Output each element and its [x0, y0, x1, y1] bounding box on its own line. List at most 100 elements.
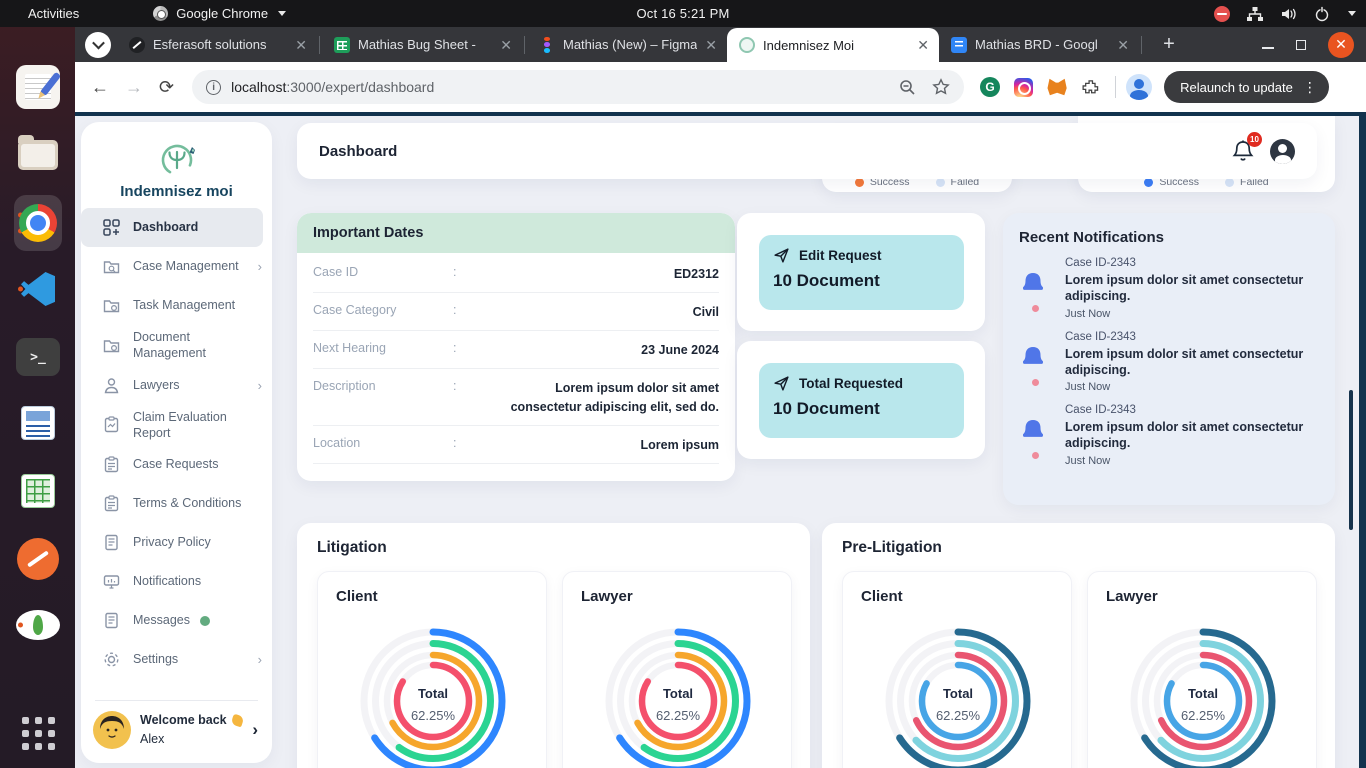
ubuntu-dock: >_	[0, 27, 75, 768]
user-profile-button[interactable]	[1270, 139, 1295, 164]
power-icon[interactable]	[1314, 6, 1330, 22]
address-bar[interactable]: i localhost:3000/expert/dashboard	[192, 70, 964, 104]
document-management-icon	[103, 337, 120, 354]
tab-close-icon[interactable]: ✕	[917, 38, 929, 52]
grammarly-extension-icon[interactable]: G	[980, 77, 1000, 97]
esferasoft-favicon	[129, 37, 145, 53]
total-requested-card[interactable]: Total Requested 10 Document	[737, 341, 985, 459]
dock-postman-icon[interactable]	[14, 535, 62, 583]
tab-close-icon[interactable]: ✕	[295, 38, 307, 52]
sidebar-item-task-management[interactable]: Task Management	[81, 286, 272, 325]
user-avatar	[93, 711, 131, 749]
metamask-extension-icon[interactable]	[1047, 78, 1067, 96]
sidebar-item-terms-conditions[interactable]: Terms & Conditions	[81, 484, 272, 523]
reload-button[interactable]: ⟳	[159, 77, 174, 98]
window-maximize-button[interactable]	[1296, 40, 1306, 50]
sidebar-item-case-requests[interactable]: Case Requests	[81, 445, 272, 484]
clock[interactable]: Oct 16 5:21 PM	[636, 6, 729, 21]
site-info-icon[interactable]: i	[206, 80, 221, 95]
new-tab-button[interactable]: +	[1156, 33, 1182, 56]
ubuntu-top-bar: Activities Google Chrome Oct 16 5:21 PM	[0, 0, 1366, 27]
sidebar-item-dashboard[interactable]: Dashboard	[81, 208, 263, 247]
tab-indemnisez-moi-active[interactable]: Indemnisez Moi ✕	[727, 28, 939, 62]
tab-close-icon[interactable]: ✕	[1117, 38, 1129, 52]
sidebar-item-notifications[interactable]: Notifications	[81, 562, 272, 601]
sidebar-item-document-management[interactable]: Document Management	[81, 325, 272, 366]
notifications-bell-button[interactable]: 10	[1232, 139, 1254, 163]
request-title: Edit Request	[799, 248, 882, 263]
extensions-puzzle-icon[interactable]	[1081, 77, 1101, 97]
lawyers-icon	[103, 377, 120, 394]
important-dates-row: Location:Lorem ipsum	[313, 426, 719, 464]
google-docs-favicon	[951, 37, 967, 53]
forward-button[interactable]: →	[125, 77, 143, 98]
zoom-icon[interactable]	[899, 79, 916, 96]
tab-esferasoft[interactable]: Esferasoft solutions ✕	[117, 28, 317, 62]
indemnisez-logo-icon	[150, 141, 204, 181]
dock-app-grid-icon[interactable]	[14, 709, 62, 757]
dock-libreoffice-writer-icon[interactable]	[14, 399, 62, 447]
tab-figma[interactable]: Mathias (New) – Figma ✕	[527, 28, 727, 62]
request-value: 10 Document	[773, 271, 950, 291]
notification-bell-icon	[1019, 271, 1047, 297]
notification-text: Lorem ipsum dolor sit amet consectetur a…	[1065, 346, 1315, 379]
page-scrollbar-thumb[interactable]	[1349, 390, 1353, 530]
edit-request-card[interactable]: Edit Request 10 Document	[737, 213, 985, 331]
notification-item[interactable]: Case ID-2343 Lorem ipsum dolor sit amet …	[1019, 331, 1319, 394]
sidebar-item-lawyers[interactable]: Lawyers›	[81, 366, 272, 405]
notification-item[interactable]: Case ID-2343 Lorem ipsum dolor sit amet …	[1019, 257, 1319, 320]
donut-card-title: Client	[336, 588, 546, 605]
pre-litigation-client-donut-chart: Total62.25%	[873, 616, 1043, 768]
window-minimize-button[interactable]	[1262, 47, 1274, 49]
chevron-right-icon[interactable]: ›	[252, 720, 258, 740]
sidebar-item-messages[interactable]: Messages	[81, 601, 272, 640]
chrome-menu-icon	[153, 6, 168, 21]
system-caret-icon[interactable]	[1348, 11, 1356, 16]
tab-mathias-brd[interactable]: Mathias BRD - Googl ✕	[939, 28, 1139, 62]
app-menu[interactable]: Google Chrome	[153, 6, 286, 21]
tab-close-icon[interactable]: ✕	[500, 38, 512, 52]
pre-litigation-lawyer-card: Lawyer Total62.25%	[1087, 571, 1317, 768]
dock-terminal-icon[interactable]: >_	[14, 333, 62, 381]
browser-window: Esferasoft solutions ✕ Mathias Bug Sheet…	[75, 27, 1366, 768]
sidebar-item-privacy-policy[interactable]: Privacy Policy	[81, 523, 272, 562]
volume-icon[interactable]	[1280, 6, 1298, 22]
pre-litigation-lawyer-donut-chart: Total62.25%	[1118, 616, 1288, 768]
dock-mongodb-icon[interactable]	[14, 601, 62, 649]
donut-card-title: Client	[861, 588, 1071, 605]
instagram-extension-icon[interactable]	[1014, 78, 1033, 97]
messages-icon	[103, 612, 120, 629]
browser-menu-icon[interactable]: ⋮	[1303, 79, 1317, 96]
back-button[interactable]: ←	[91, 77, 109, 98]
dock-libreoffice-calc-icon[interactable]	[14, 467, 62, 515]
recent-notifications-card: Recent Notifications Case ID-2343 Lorem …	[1003, 213, 1335, 505]
tab-close-icon[interactable]: ✕	[705, 38, 717, 52]
network-icon[interactable]	[1246, 6, 1264, 22]
send-icon	[773, 375, 790, 392]
svg-text:Total: Total	[418, 686, 448, 701]
dashboard-page: Success Failed Success Failed Dashboard …	[75, 116, 1366, 768]
pre-litigation-client-card: Client Total62.25%	[842, 571, 1072, 768]
sidebar-item-claim-evaluation-report[interactable]: Claim Evaluation Report	[81, 405, 272, 446]
tab-bug-sheet[interactable]: Mathias Bug Sheet - ✕	[322, 28, 522, 62]
tab-search-button[interactable]	[85, 32, 111, 58]
dock-files-icon[interactable]	[14, 131, 62, 179]
bookmark-star-icon[interactable]	[932, 78, 950, 96]
relaunch-button[interactable]: Relaunch to update ⋮	[1164, 71, 1329, 103]
browser-profile-avatar[interactable]	[1126, 74, 1152, 100]
figma-favicon	[539, 37, 555, 53]
dock-vscode-icon[interactable]	[14, 265, 62, 313]
dock-text-editor-icon[interactable]	[14, 63, 62, 111]
activities-button[interactable]: Activities	[28, 6, 79, 21]
dock-chrome-icon[interactable]	[14, 195, 62, 251]
svg-text:Total: Total	[663, 686, 693, 701]
welcome-panel[interactable]: Welcome back Alex ›	[81, 701, 272, 763]
window-close-button[interactable]: ✕	[1328, 32, 1354, 58]
sidebar-item-case-management[interactable]: Case Management›	[81, 247, 272, 286]
sidebar-item-settings[interactable]: Settings›	[81, 640, 272, 679]
chevron-right-icon: ›	[258, 259, 262, 274]
waving-hand-icon	[230, 714, 244, 728]
svg-text:62.25%: 62.25%	[936, 708, 981, 723]
do-not-disturb-icon[interactable]	[1214, 6, 1230, 22]
notification-item[interactable]: Case ID-2343 Lorem ipsum dolor sit amet …	[1019, 404, 1319, 467]
